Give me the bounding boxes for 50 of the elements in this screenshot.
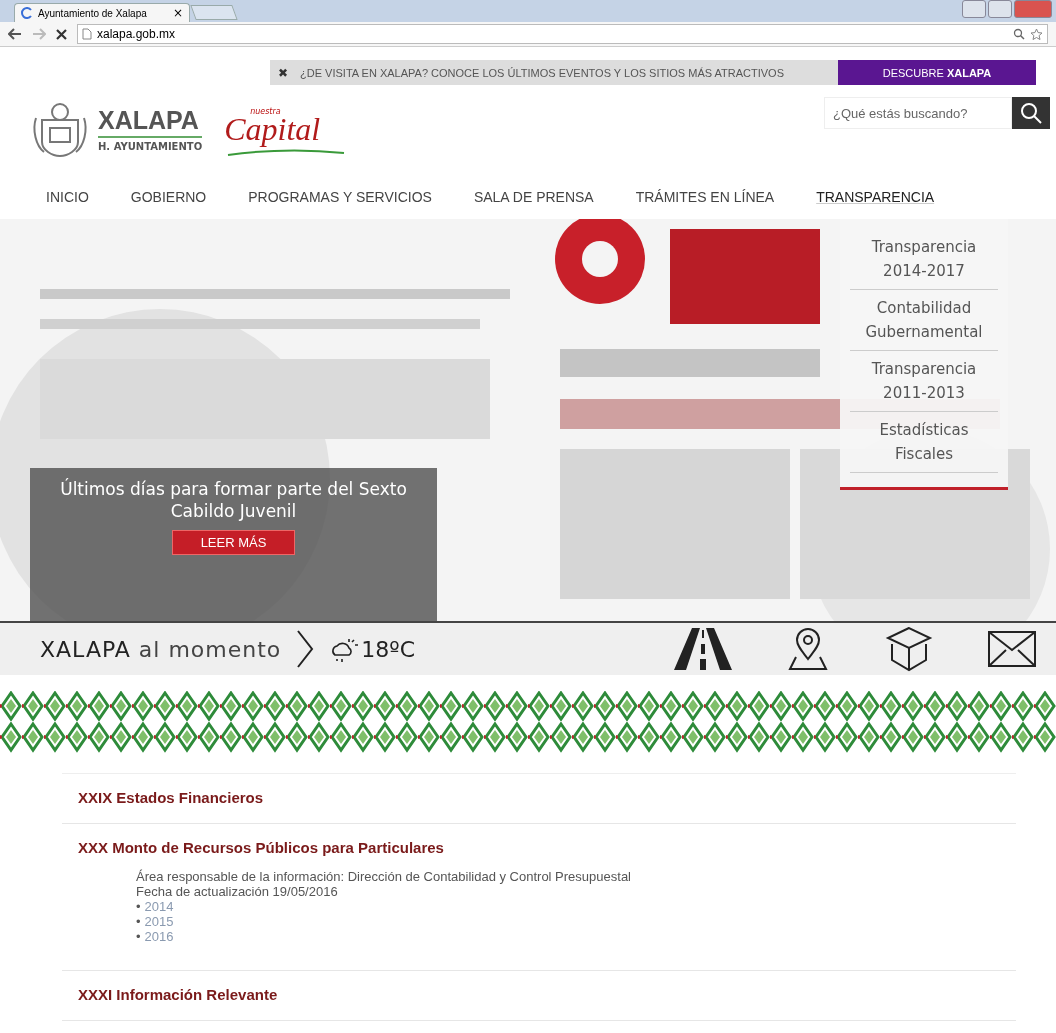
nav-item[interactable]: SALA DE PRENSA <box>473 189 594 205</box>
bullet: • <box>136 914 141 929</box>
bullet: • <box>136 899 141 914</box>
nav-item[interactable]: TRÁMITES EN LÍNEA <box>635 189 775 205</box>
nav-item[interactable]: TRANSPARENCIA <box>816 189 935 205</box>
city-name: XALAPA <box>40 636 131 662</box>
dropdown-item[interactable]: Estadísticas Fiscales <box>850 412 998 473</box>
address-bar[interactable]: xalapa.gob.mx <box>77 24 1048 44</box>
bullet: • <box>136 929 141 944</box>
stop-icon[interactable] <box>56 28 67 40</box>
coat-of-arms-icon <box>30 100 90 160</box>
browser-tab[interactable]: Ayuntamiento de Xalapa × <box>14 3 190 22</box>
announcement-text: ¿DE VISITA EN XALAPA? CONOCE LOS ÚLTIMOS EVENTOS Y LOS SITIOS MÁS ATRACTIVOS <box>300 66 784 79</box>
dropdown-item[interactable]: Contabilidad Gubernamental <box>850 290 998 351</box>
road-icon[interactable] <box>674 628 732 670</box>
temperature: 18ºC <box>361 636 416 662</box>
info-text: Fecha de actualización 19/05/2016 <box>136 884 339 899</box>
tab-title: Ayuntamiento de Xalapa <box>38 7 148 19</box>
discover-button[interactable]: DESCUBRE XALAPA <box>838 60 1036 85</box>
search-field[interactable]: ¿Qué estás buscando? <box>824 97 1012 129</box>
section-heading[interactable]: XXX Monto de Recursos Públicos para Particulares <box>78 839 444 856</box>
search-icon <box>1020 102 1042 124</box>
tab-close[interactable]: × <box>172 6 183 20</box>
logo-title: XALAPA <box>98 108 200 133</box>
section-heading[interactable]: XXXI Información Relevante <box>78 986 278 1003</box>
search-button[interactable] <box>1012 97 1050 129</box>
maximize-button[interactable] <box>988 0 1012 18</box>
close-button[interactable]: ✖ <box>278 65 289 80</box>
tagline: al momento <box>138 636 282 662</box>
zoom-icon[interactable] <box>1013 28 1025 40</box>
nav-item[interactable]: PROGRAMAS Y SERVICIOS <box>248 189 432 205</box>
star-icon[interactable] <box>1030 27 1043 41</box>
section-heading[interactable]: XXIX Estados Financieros <box>78 789 264 806</box>
dropdown-item[interactable]: Transparencia 2014-2017 <box>850 229 998 290</box>
swoosh-icon <box>226 147 347 157</box>
logo-subtitle: H. AYUNTAMIENTO <box>98 136 203 152</box>
minimize-button[interactable] <box>962 0 986 18</box>
slide-caption: Últimos días para formar parte del Sexto Cabildo Juvenil <box>59 478 408 522</box>
envelope-icon[interactable] <box>988 631 1036 667</box>
location-pin-icon[interactable] <box>786 627 830 671</box>
nav-item[interactable]: GOBIERNO <box>130 189 207 205</box>
info-text: Área responsable de la información: Dirección de Contabilidad y Control Presupuestal <box>136 869 632 884</box>
page-icon <box>82 28 92 40</box>
box-icon[interactable] <box>884 624 934 674</box>
read-more-button[interactable]: LEER MÁS <box>171 530 296 555</box>
dropdown-item[interactable]: Transparencia 2011-2013 <box>850 351 998 412</box>
chevron-icon <box>295 629 316 669</box>
reload-icon <box>21 7 33 19</box>
back-icon[interactable] <box>8 28 22 40</box>
nav-item[interactable]: INICIO <box>46 189 89 205</box>
